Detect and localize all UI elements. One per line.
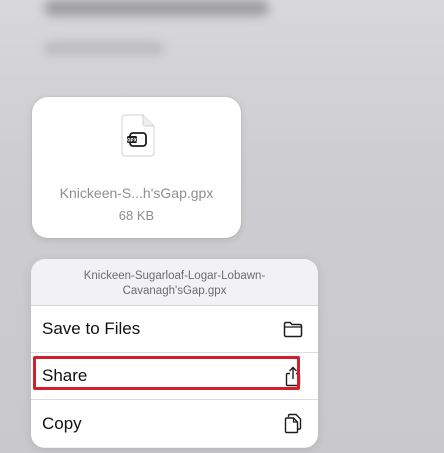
copy-label: Copy bbox=[42, 413, 82, 433]
file-preview-card[interactable]: GPX Knickeen-S...h'sGap.gpx 68 KB bbox=[32, 97, 241, 238]
file-size: 68 KB bbox=[118, 208, 155, 223]
save-to-files-button[interactable]: Save to Files bbox=[31, 306, 318, 353]
copy-icon bbox=[282, 413, 304, 435]
share-label: Share bbox=[42, 366, 88, 385]
blurred-text-line bbox=[44, 0, 269, 16]
share-icon bbox=[282, 365, 304, 387]
save-to-files-label: Save to Files bbox=[42, 319, 141, 338]
svg-text:GPX: GPX bbox=[127, 138, 138, 143]
blurred-text-line bbox=[44, 42, 164, 54]
gpx-document-icon: GPX bbox=[121, 114, 155, 157]
context-menu: Knickeen-Sugarloaf-Logar-Lobawn-Cavanagh… bbox=[31, 259, 318, 448]
share-button[interactable]: Share bbox=[31, 353, 318, 400]
folder-icon bbox=[282, 318, 304, 340]
copy-button[interactable]: Copy bbox=[31, 400, 318, 447]
file-name: Knickeen-S...h'sGap.gpx bbox=[59, 185, 214, 201]
menu-header-filename: Knickeen-Sugarloaf-Logar-Lobawn-Cavanagh… bbox=[31, 259, 318, 306]
